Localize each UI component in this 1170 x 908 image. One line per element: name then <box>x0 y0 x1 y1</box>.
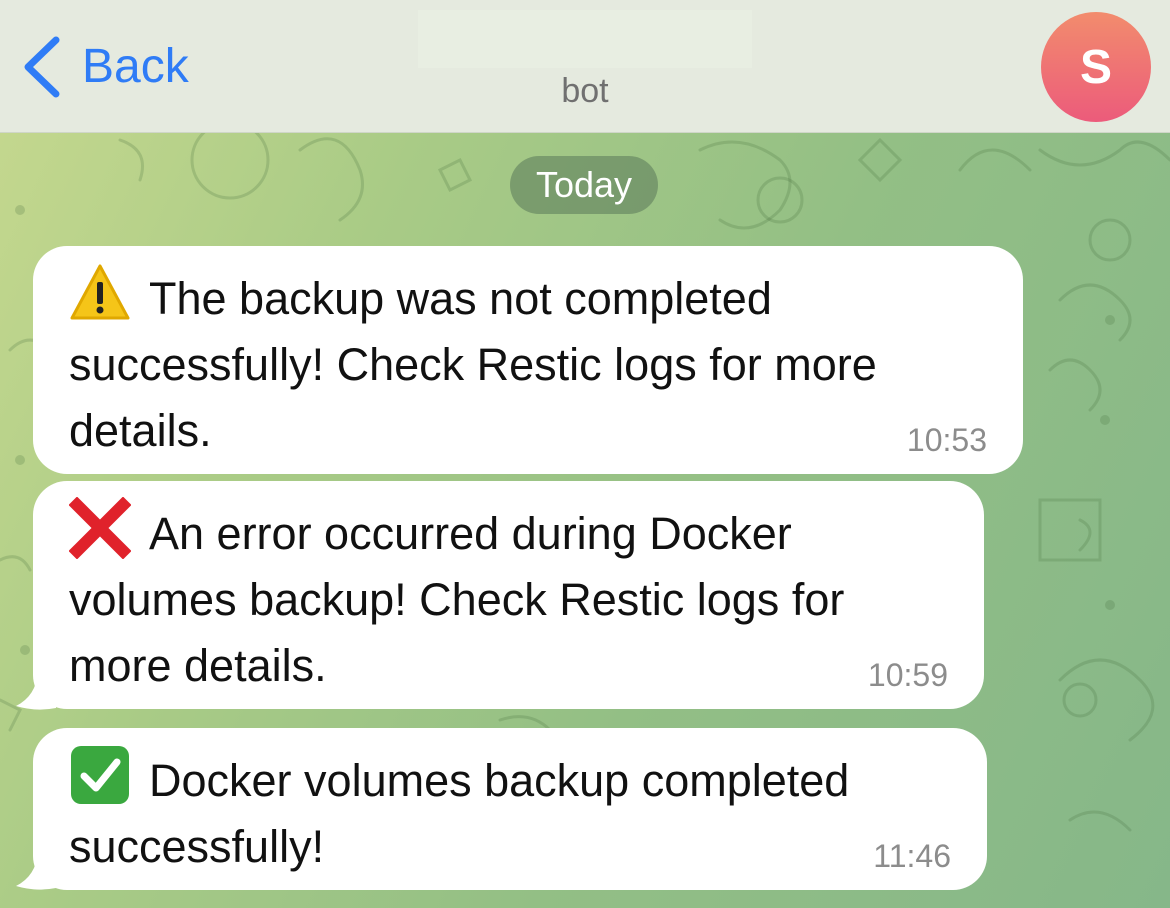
chat-title-redacted[interactable] <box>418 10 752 68</box>
message-text: Docker volumes backup completed successf… <box>69 755 850 872</box>
message-bubble[interactable]: An error occurred during Docker volumes … <box>33 481 984 709</box>
message-time: 10:59 <box>867 657 948 693</box>
back-label: Back <box>82 40 189 93</box>
bubble-tail <box>16 852 56 890</box>
back-button[interactable]: Back <box>20 34 189 100</box>
message-time: 11:46 <box>873 838 951 874</box>
message-time: 10:53 <box>906 422 987 458</box>
message-bubble[interactable]: The backup was not completed successfull… <box>33 246 1023 474</box>
chevron-left-icon <box>24 36 60 98</box>
chat-subtitle: bot <box>561 72 609 110</box>
bubble-tail <box>16 672 56 710</box>
warning-icon <box>70 264 130 320</box>
avatar[interactable]: S <box>1041 12 1151 122</box>
date-separator: Today <box>510 156 658 214</box>
chat-header: Back bot S <box>0 0 1170 133</box>
message-bubble[interactable]: Docker volumes backup completed successf… <box>33 728 987 890</box>
check-mark-icon <box>71 746 129 804</box>
message-text: An error occurred during Docker volumes … <box>69 508 845 691</box>
red-cross-icon <box>69 497 131 559</box>
message-text: The backup was not completed successfull… <box>69 273 877 456</box>
